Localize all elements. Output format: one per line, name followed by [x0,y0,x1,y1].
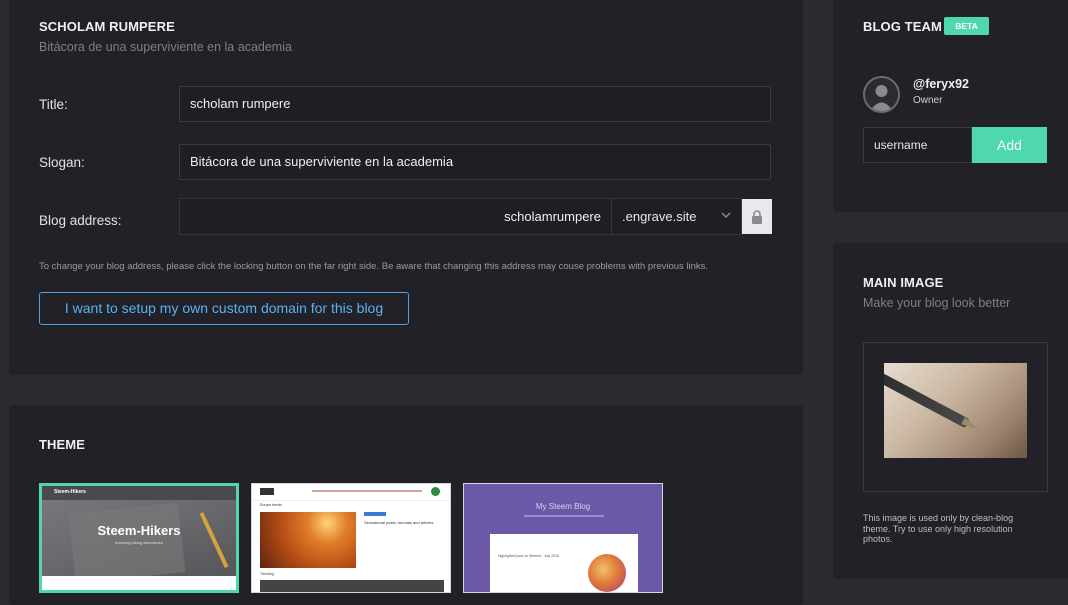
theme-preview-image [260,512,356,568]
theme-preview-logo [260,488,274,495]
theme-preview-post-title: Sensational posts, tutorials and article… [364,520,434,525]
address-change-note: To change your blog address, please clic… [39,261,709,272]
blog-team-heading: BLOG TEAM [863,19,942,34]
theme-preview-brand: Steem-Hikers [54,489,86,495]
title-label: Title: [39,97,68,112]
member-name[interactable]: @feryx92 [913,77,969,91]
theme-preview-tag [364,512,386,516]
theme-option-news[interactable]: Europe trends Sensational posts, tutoria… [251,483,451,593]
avatar [863,76,900,113]
theme-preview-section: Europe trends [260,503,282,507]
theme-preview-content [42,576,236,590]
theme-preview-nav [312,490,422,492]
theme-preview-hero [42,500,236,584]
theme-preview-topbar [252,484,450,501]
theme-preview-topbar: Steem-Hikers [42,486,236,500]
theme-preview-post-title: Highlighted post on Steemit - July 2018 [498,554,559,558]
main-image-heading: MAIN IMAGE [863,275,944,290]
main-image-dropzone[interactable] [863,342,1048,492]
theme-heading: THEME [39,437,85,452]
custom-domain-button[interactable]: I want to setup my own custom domain for… [39,292,409,325]
theme-preview-post-card: Highlighted post on Steemit - July 2018 [490,534,638,592]
theme-option-purple[interactable]: My Steem Blog Highlighted post on Steemi… [463,483,663,593]
blog-subtitle: Bitácora de una superviviente en la acad… [39,40,292,54]
theme-option-hikers[interactable]: Steem-Hikers Steem-Hikers Amazing hiking… [39,483,239,593]
main-image-preview [884,363,1027,458]
theme-preview-strip [260,580,444,592]
main-image-subtitle: Make your blog look better [863,296,1011,310]
title-input[interactable]: scholam rumpere [179,86,771,122]
beta-badge: BETA [944,17,989,35]
theme-preview-post-image [588,554,626,592]
theme-preview-title: Steem-Hikers [97,523,181,538]
add-member-button[interactable]: Add [972,127,1047,163]
blog-team-card: BLOG TEAM BETA @feryx92 Owner username A… [833,0,1068,212]
theme-preview-section2: Trending [260,572,274,576]
chevron-down-icon [721,212,731,219]
theme-preview-subtitle: Amazing hiking adventures [114,540,164,545]
blog-settings-card: SCHOLAM RUMPERE Bitácora de una superviv… [9,0,803,375]
pen-shape [884,367,970,429]
blog-address-label: Blog address: [39,213,122,228]
blog-title-heading: SCHOLAM RUMPERE [39,19,175,34]
member-role: Owner [913,95,943,106]
main-image-note: This image is used only by clean-blog th… [863,513,1014,544]
blog-address-input[interactable]: scholamrumpere [179,198,611,235]
theme-preview-title: My Steem Blog [535,502,591,511]
theme-preview-avatar [431,487,440,496]
slogan-input[interactable]: Bitácora de una superviviente en la acad… [179,144,771,180]
user-icon [870,85,893,111]
domain-select[interactable]: .engrave.site [611,198,742,235]
nib-shape [961,417,981,433]
lock-icon [752,209,762,224]
main-image-card: MAIN IMAGE Make your blog look better Th… [833,243,1068,579]
lock-button[interactable] [742,199,772,234]
theme-preview-nav [524,515,604,517]
slogan-label: Slogan: [39,155,85,170]
username-input[interactable]: username [863,127,972,163]
domain-select-value: .engrave.site [622,209,697,224]
